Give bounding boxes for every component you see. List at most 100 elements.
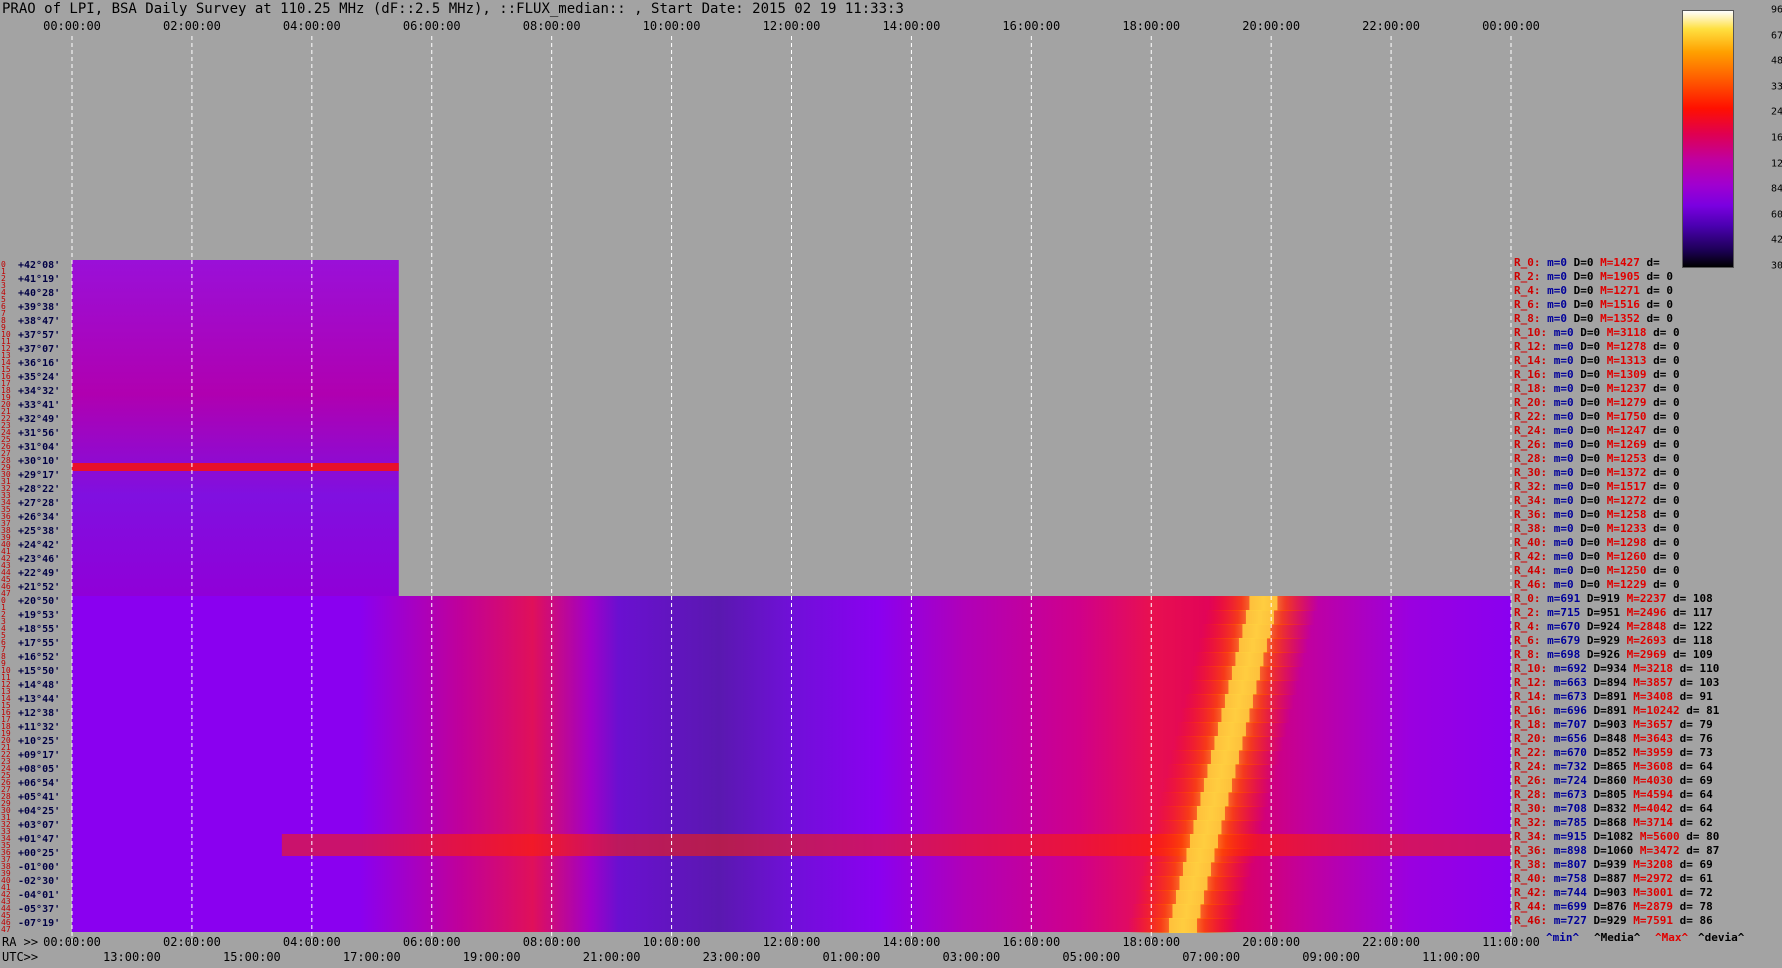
stat-m: m=0 xyxy=(1547,494,1574,507)
declination-label: +30°10' xyxy=(18,456,61,467)
stat-d: d= 81 xyxy=(1679,704,1720,717)
stat-M: M=4042 xyxy=(1626,802,1673,815)
stat-m: m=898 xyxy=(1547,844,1587,857)
galactic-core-segment xyxy=(1228,680,1257,695)
stat-row: R_14: m=0 D=0 M=1313 d= 0 xyxy=(1514,354,1680,367)
declination-label: +06°54' xyxy=(18,778,61,789)
declination-label: -01°00' xyxy=(18,862,61,873)
declination-label: +32°49' xyxy=(18,414,61,425)
stat-row: R_34: m=915 D=1082 M=5600 d= 80 xyxy=(1514,830,1719,843)
declination-label: +31°56' xyxy=(18,428,61,439)
declination-label: +15°50' xyxy=(18,666,61,677)
stat-r: R_22: xyxy=(1514,410,1548,423)
stat-r: R_0: xyxy=(1514,256,1541,269)
footer-devia: ^devia^ xyxy=(1698,931,1745,944)
stat-M: M=1272 xyxy=(1600,494,1647,507)
upper-stripe xyxy=(72,463,399,471)
stat-M: M=1427 xyxy=(1593,256,1640,269)
stat-row: R_2: m=0 D=0 M=1905 d= 0 xyxy=(1514,270,1673,283)
declination-label: +24°42' xyxy=(18,540,61,551)
declination-label: +11°32' xyxy=(18,722,61,733)
declination-label: +10°25' xyxy=(18,736,61,747)
stat-r: R_46: xyxy=(1514,578,1548,591)
galactic-core-segment xyxy=(1172,904,1201,919)
stat-D: D=919 xyxy=(1580,592,1620,605)
stat-d: d= 117 xyxy=(1666,606,1713,619)
stat-row: R_36: m=898 D=1060 M=3472 d= 87 xyxy=(1514,844,1719,857)
stat-D: D=0 xyxy=(1567,298,1594,311)
stat-m: m=696 xyxy=(1547,704,1587,717)
stat-r: R_4: xyxy=(1514,620,1541,633)
ra-tick-label: 22:00:00 xyxy=(1362,935,1420,949)
stat-M: M=1269 xyxy=(1600,438,1647,451)
stat-D: D=0 xyxy=(1573,480,1601,493)
stat-M: M=3608 xyxy=(1626,760,1673,773)
declination-label: +20°50' xyxy=(18,596,61,607)
declination-label: +27°28' xyxy=(18,498,61,509)
stat-d: d= 103 xyxy=(1672,676,1720,689)
stat-row: R_12: m=663 D=894 M=3857 d= 103 xyxy=(1514,676,1719,689)
stat-D: D=0 xyxy=(1573,564,1601,577)
stat-d: d= 0 xyxy=(1646,550,1680,563)
stat-d: d= 0 xyxy=(1646,424,1680,437)
stat-row: R_4: m=670 D=924 M=2848 d= 122 xyxy=(1514,620,1713,633)
utc-tick-label: 21:00:00 xyxy=(582,950,641,964)
stat-m: m=670 xyxy=(1547,746,1587,759)
stat-r: R_46: xyxy=(1514,914,1548,927)
stat-m: m=692 xyxy=(1547,662,1587,675)
declination-label: +40°28' xyxy=(18,288,61,299)
stat-m: m=727 xyxy=(1547,914,1587,927)
stat-d: d= 64 xyxy=(1672,760,1713,773)
galactic-core-segment xyxy=(1200,792,1229,807)
declination-label: +35°24' xyxy=(18,372,61,383)
stat-M: M=2972 xyxy=(1626,872,1673,885)
declination-label: +18°55' xyxy=(18,624,61,635)
declination-label: +01°47' xyxy=(18,834,61,845)
stat-d: d= 0 xyxy=(1646,368,1680,381)
declination-label: +22°49' xyxy=(18,568,61,579)
stat-m: m=0 xyxy=(1540,270,1567,283)
stat-m: m=0 xyxy=(1540,256,1567,269)
stat-M: M=1247 xyxy=(1600,424,1647,437)
ra-tick-label: 08:00:00 xyxy=(522,935,581,949)
stat-m: m=0 xyxy=(1547,368,1574,381)
stat-M: M=3218 xyxy=(1626,662,1673,675)
colorbar-tick: 1200.0 xyxy=(1771,158,1782,170)
stat-d: d= 61 xyxy=(1672,872,1713,885)
ra-tick-label: 02:00:00 xyxy=(163,935,221,949)
stat-M: M=3643 xyxy=(1626,732,1673,745)
stat-m: m=679 xyxy=(1540,634,1581,647)
stat-d: d= 0 xyxy=(1646,480,1680,493)
stat-r: R_22: xyxy=(1514,746,1548,759)
utc-tick-label: 01:00:00 xyxy=(822,950,881,964)
galactic-core-segment xyxy=(1235,652,1264,667)
stat-d: d= 0 xyxy=(1646,326,1680,339)
stat-M: M=1298 xyxy=(1600,536,1647,549)
ra-tick-label: 16:00:00 xyxy=(1002,935,1061,949)
upper-block xyxy=(72,260,399,596)
stat-m: m=691 xyxy=(1540,592,1581,605)
stat-row: R_18: m=0 D=0 M=1237 d= 0 xyxy=(1514,382,1680,395)
stat-r: R_26: xyxy=(1514,774,1548,787)
ra-tick-label: 10:00:00 xyxy=(642,935,701,949)
stat-m: m=673 xyxy=(1547,690,1587,703)
stat-D: D=0 xyxy=(1573,466,1601,479)
declination-label: +14°48' xyxy=(18,680,61,691)
stat-M: M=4594 xyxy=(1626,788,1673,801)
stat-M: M=1309 xyxy=(1600,368,1647,381)
declination-label: +33°41' xyxy=(18,400,61,411)
stat-r: R_34: xyxy=(1514,494,1548,507)
stat-D: D=0 xyxy=(1567,256,1594,269)
stat-m: m=0 xyxy=(1547,536,1574,549)
stat-M: M=3959 xyxy=(1626,746,1673,759)
stat-D: D=0 xyxy=(1573,522,1601,535)
declination-label: +23°46' xyxy=(18,554,61,565)
stat-m: m=0 xyxy=(1547,382,1574,395)
stat-row: R_6: m=679 D=929 M=2693 d= 118 xyxy=(1514,634,1713,647)
galactic-core-segment xyxy=(1214,736,1243,751)
stat-r: R_24: xyxy=(1514,424,1548,437)
utc-tick-label: 17:00:00 xyxy=(342,950,401,964)
declination-label: -05°37' xyxy=(18,904,61,915)
stat-row: R_46: m=727 D=929 M=7591 d= 86 xyxy=(1514,914,1713,927)
stat-m: m=0 xyxy=(1540,298,1567,311)
